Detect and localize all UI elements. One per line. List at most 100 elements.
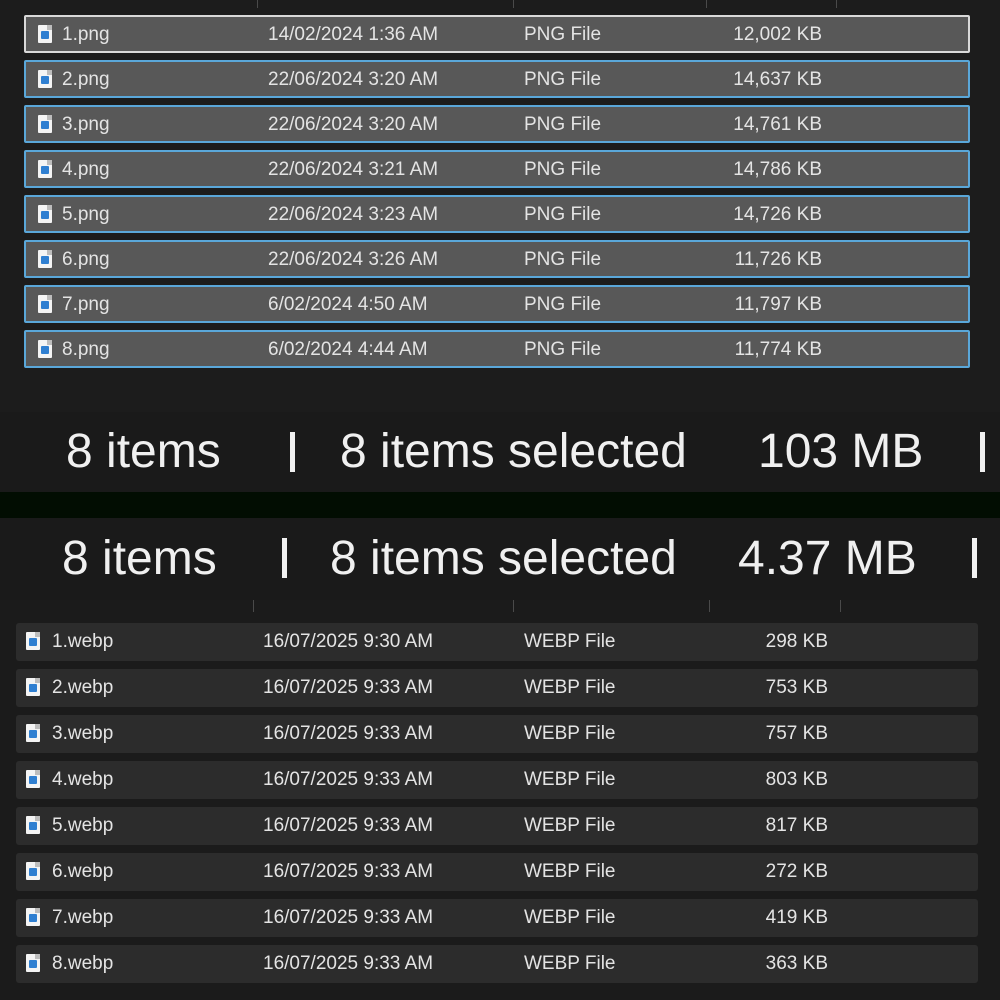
file-row[interactable]: 8.webp 16/07/2025 9:33 AM WEBP File 363 …: [16, 945, 978, 983]
image-file-icon: [26, 954, 40, 972]
image-file-icon: [38, 295, 52, 313]
file-name: 3.png: [62, 114, 110, 135]
status-separator: [282, 538, 287, 578]
file-row-selected[interactable]: 8.png 6/02/2024 4:44 AM PNG File 11,774 …: [24, 330, 970, 368]
file-row[interactable]: 3.webp 16/07/2025 9:33 AM WEBP File 757 …: [16, 715, 978, 753]
file-size: 272 KB: [765, 861, 828, 882]
image-file-icon: [26, 816, 40, 834]
file-date-modified: 16/07/2025 9:33 AM: [263, 861, 434, 882]
image-file-icon: [38, 25, 52, 43]
file-size: 11,726 KB: [734, 249, 822, 270]
file-row[interactable]: 5.webp 16/07/2025 9:33 AM WEBP File 817 …: [16, 807, 978, 845]
file-date-modified: 14/02/2024 1:36 AM: [268, 24, 439, 45]
image-file-icon: [26, 724, 40, 742]
file-type: WEBP File: [524, 815, 616, 836]
file-name: 4.webp: [52, 769, 114, 790]
file-type: PNG File: [524, 159, 602, 180]
item-count: 8 items: [66, 425, 221, 478]
status-bar: 8 items 8 items selected 103 MB: [0, 412, 1000, 492]
file-type: PNG File: [524, 69, 602, 90]
image-file-icon: [26, 908, 40, 926]
file-date-modified: 6/02/2024 4:44 AM: [268, 339, 428, 360]
file-date-modified: 16/07/2025 9:33 AM: [263, 907, 434, 928]
file-date-modified: 16/07/2025 9:33 AM: [263, 953, 434, 974]
image-file-icon: [38, 70, 52, 88]
panel-divider: [0, 492, 1000, 518]
file-size: 14,761 KB: [733, 114, 822, 135]
selection-count: 8 items selected: [330, 532, 677, 585]
file-name: 1.webp: [52, 631, 114, 652]
file-type: PNG File: [524, 249, 602, 270]
file-size: 363 KB: [765, 953, 828, 974]
png-file-list: 1.png 14/02/2024 1:36 AM PNG File 12,002…: [0, 0, 1000, 410]
file-date-modified: 16/07/2025 9:33 AM: [263, 723, 434, 744]
file-row-selected[interactable]: 2.png 22/06/2024 3:20 AM PNG File 14,637…: [24, 60, 970, 98]
column-divider[interactable]: [840, 600, 841, 612]
file-size: 12,002 KB: [733, 24, 822, 45]
file-size: 803 KB: [765, 769, 828, 790]
file-row-selected[interactable]: 3.png 22/06/2024 3:20 AM PNG File 14,761…: [24, 105, 970, 143]
file-name: 7.webp: [52, 907, 114, 928]
file-name: 6.webp: [52, 861, 114, 882]
file-name: 8.png: [62, 339, 110, 360]
file-type: PNG File: [524, 204, 602, 225]
file-date-modified: 16/07/2025 9:33 AM: [263, 815, 434, 836]
file-type: WEBP File: [524, 953, 616, 974]
image-file-icon: [26, 770, 40, 788]
file-row[interactable]: 2.webp 16/07/2025 9:33 AM WEBP File 753 …: [16, 669, 978, 707]
column-divider[interactable]: [706, 0, 707, 8]
file-size: 14,726 KB: [733, 204, 822, 225]
image-file-icon: [26, 632, 40, 650]
file-date-modified: 16/07/2025 9:33 AM: [263, 677, 434, 698]
file-size: 14,637 KB: [733, 69, 822, 90]
file-size: 753 KB: [765, 677, 828, 698]
selection-size: 4.37 MB: [738, 532, 917, 585]
file-name: 7.png: [62, 294, 110, 315]
file-size: 14,786 KB: [733, 159, 822, 180]
file-name: 5.png: [62, 204, 110, 225]
status-separator: [972, 538, 977, 578]
file-row[interactable]: 7.webp 16/07/2025 9:33 AM WEBP File 419 …: [16, 899, 978, 937]
file-row[interactable]: 1.webp 16/07/2025 9:30 AM WEBP File 298 …: [16, 623, 978, 661]
column-header-separators: [0, 0, 1000, 8]
selection-count: 8 items selected: [340, 425, 687, 478]
image-file-icon: [38, 115, 52, 133]
file-type: WEBP File: [524, 723, 616, 744]
file-name: 5.webp: [52, 815, 114, 836]
file-name: 2.webp: [52, 677, 114, 698]
column-divider[interactable]: [836, 0, 837, 8]
file-row-selected[interactable]: 5.png 22/06/2024 3:23 AM PNG File 14,726…: [24, 195, 970, 233]
file-row[interactable]: 6.webp 16/07/2025 9:33 AM WEBP File 272 …: [16, 853, 978, 891]
file-date-modified: 22/06/2024 3:20 AM: [268, 69, 439, 90]
file-name: 8.webp: [52, 953, 114, 974]
file-size: 757 KB: [765, 723, 828, 744]
file-date-modified: 22/06/2024 3:21 AM: [268, 159, 439, 180]
file-name: 3.webp: [52, 723, 114, 744]
column-divider[interactable]: [709, 600, 710, 612]
file-row-selected[interactable]: 6.png 22/06/2024 3:26 AM PNG File 11,726…: [24, 240, 970, 278]
file-row-selected[interactable]: 1.png 14/02/2024 1:36 AM PNG File 12,002…: [24, 15, 970, 53]
image-file-icon: [38, 160, 52, 178]
file-date-modified: 16/07/2025 9:33 AM: [263, 769, 434, 790]
file-type: PNG File: [524, 114, 602, 135]
file-name: 2.png: [62, 69, 110, 90]
file-date-modified: 22/06/2024 3:20 AM: [268, 114, 439, 135]
file-name: 6.png: [62, 249, 110, 270]
file-type: WEBP File: [524, 907, 616, 928]
column-divider[interactable]: [513, 600, 514, 612]
image-file-icon: [26, 862, 40, 880]
file-type: WEBP File: [524, 631, 616, 652]
column-divider[interactable]: [257, 0, 258, 8]
file-row-selected[interactable]: 7.png 6/02/2024 4:50 AM PNG File 11,797 …: [24, 285, 970, 323]
file-type: PNG File: [524, 24, 602, 45]
webp-file-list: 1.webp 16/07/2025 9:30 AM WEBP File 298 …: [0, 600, 1000, 1000]
image-file-icon: [26, 678, 40, 696]
status-separator: [290, 432, 295, 472]
file-row-selected[interactable]: 4.png 22/06/2024 3:21 AM PNG File 14,786…: [24, 150, 970, 188]
selection-size: 103 MB: [758, 425, 924, 478]
column-divider[interactable]: [513, 0, 514, 8]
file-row[interactable]: 4.webp 16/07/2025 9:33 AM WEBP File 803 …: [16, 761, 978, 799]
item-count: 8 items: [62, 532, 217, 585]
column-divider[interactable]: [253, 600, 254, 612]
file-type: PNG File: [524, 294, 602, 315]
